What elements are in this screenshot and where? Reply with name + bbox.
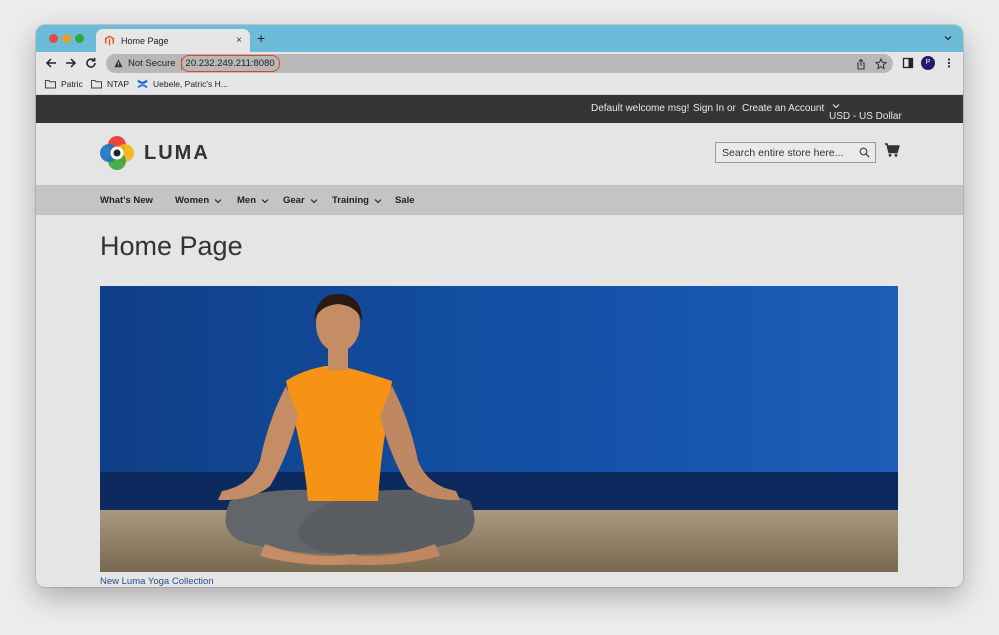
hero-yoga-image	[100, 286, 898, 572]
security-status-label[interactable]: Not Secure	[128, 58, 176, 69]
chevron-down-icon	[374, 198, 382, 203]
search-icon[interactable]	[859, 147, 870, 158]
reload-icon[interactable]	[84, 56, 98, 70]
currency-switcher[interactable]: USD - US Dollar	[829, 103, 902, 122]
back-arrow-icon[interactable]	[44, 56, 58, 70]
share-icon[interactable]	[855, 58, 867, 70]
profile-avatar[interactable]: P	[921, 56, 935, 70]
nav-item-label: Gear	[283, 195, 305, 206]
folder-icon	[45, 80, 56, 89]
nav-item-label: Men	[237, 195, 256, 206]
web-page: Default welcome msg! Sign In or Create a…	[36, 95, 963, 587]
nav-item-gear[interactable]: Gear	[283, 195, 318, 206]
url-text[interactable]: 20.232.249.211:8080	[180, 55, 280, 72]
nav-item-whats-new[interactable]: What's New	[100, 195, 153, 206]
nav-item-women[interactable]: Women	[175, 195, 222, 206]
or-text: or	[727, 103, 736, 114]
bookmarks-bar: Patric NTAP Uebele, Patric's H...	[36, 75, 963, 95]
browser-window: Home Page × + Not Secure 20.232.249.211:…	[36, 25, 963, 587]
search-input[interactable]: Search entire store here...	[722, 147, 859, 159]
chevron-down-icon	[310, 198, 318, 203]
warning-triangle-icon[interactable]	[114, 59, 123, 68]
nav-item-label: Sale	[395, 195, 415, 206]
tab-search-chevron-icon[interactable]	[942, 32, 954, 44]
chevron-down-icon	[261, 198, 269, 203]
nav-item-label: Training	[332, 195, 369, 206]
confluence-icon	[137, 79, 148, 89]
hero-caption-link[interactable]: New Luma Yoga Collection	[100, 576, 214, 587]
nav-item-label: What's New	[100, 195, 153, 206]
folder-icon	[91, 80, 102, 89]
browser-toolbar: Not Secure 20.232.249.211:8080 P	[36, 52, 963, 75]
chevron-down-icon	[214, 198, 222, 203]
bookmark-label: Patric	[61, 79, 83, 89]
tab-title: Home Page	[121, 35, 169, 46]
kebab-menu-icon[interactable]	[943, 57, 955, 69]
close-tab-icon[interactable]: ×	[236, 35, 242, 46]
tab-strip: Home Page × +	[36, 25, 963, 52]
bookmark-patric[interactable]: Patric	[45, 79, 83, 89]
forward-arrow-icon[interactable]	[64, 56, 78, 70]
magento-favicon-icon	[104, 35, 115, 46]
currency-label: USD - US Dollar	[829, 111, 902, 122]
bookmark-star-icon[interactable]	[875, 58, 887, 70]
new-tab-button[interactable]: +	[257, 30, 265, 46]
tab-home-page[interactable]: Home Page ×	[96, 29, 250, 52]
nav-item-training[interactable]: Training	[332, 195, 382, 206]
page-title: Home Page	[100, 231, 243, 261]
store-header: LUMA Search entire store here...	[36, 123, 963, 185]
hero-banner[interactable]	[100, 286, 898, 572]
nav-item-label: Women	[175, 195, 210, 206]
create-account-link[interactable]: Create an Account	[742, 103, 824, 114]
shopping-cart-icon[interactable]	[884, 142, 900, 158]
chevron-down-icon	[832, 104, 840, 109]
store-search-box[interactable]: Search entire store here...	[715, 142, 876, 163]
category-nav: What's New Women Men Gear Training Sale	[36, 185, 963, 215]
bookmark-uebele[interactable]: Uebele, Patric's H...	[137, 79, 228, 89]
address-bar[interactable]: Not Secure 20.232.249.211:8080	[106, 54, 893, 73]
minimize-window-button[interactable]	[62, 34, 71, 43]
nav-item-men[interactable]: Men	[237, 195, 269, 206]
sign-in-link[interactable]: Sign In	[693, 103, 724, 114]
close-window-button[interactable]	[49, 34, 58, 43]
bookmark-ntap[interactable]: NTAP	[91, 79, 129, 89]
maximize-window-button[interactable]	[75, 34, 84, 43]
bookmark-label: NTAP	[107, 79, 130, 89]
luma-logo-icon[interactable]	[100, 136, 134, 170]
welcome-message: Default welcome msg!	[591, 103, 690, 114]
store-top-bar: Default welcome msg! Sign In or Create a…	[36, 95, 963, 123]
nav-item-sale[interactable]: Sale	[395, 195, 415, 206]
bookmark-label: Uebele, Patric's H...	[153, 79, 228, 89]
luma-logo-text[interactable]: LUMA	[144, 142, 210, 165]
side-panel-icon[interactable]	[902, 57, 914, 69]
